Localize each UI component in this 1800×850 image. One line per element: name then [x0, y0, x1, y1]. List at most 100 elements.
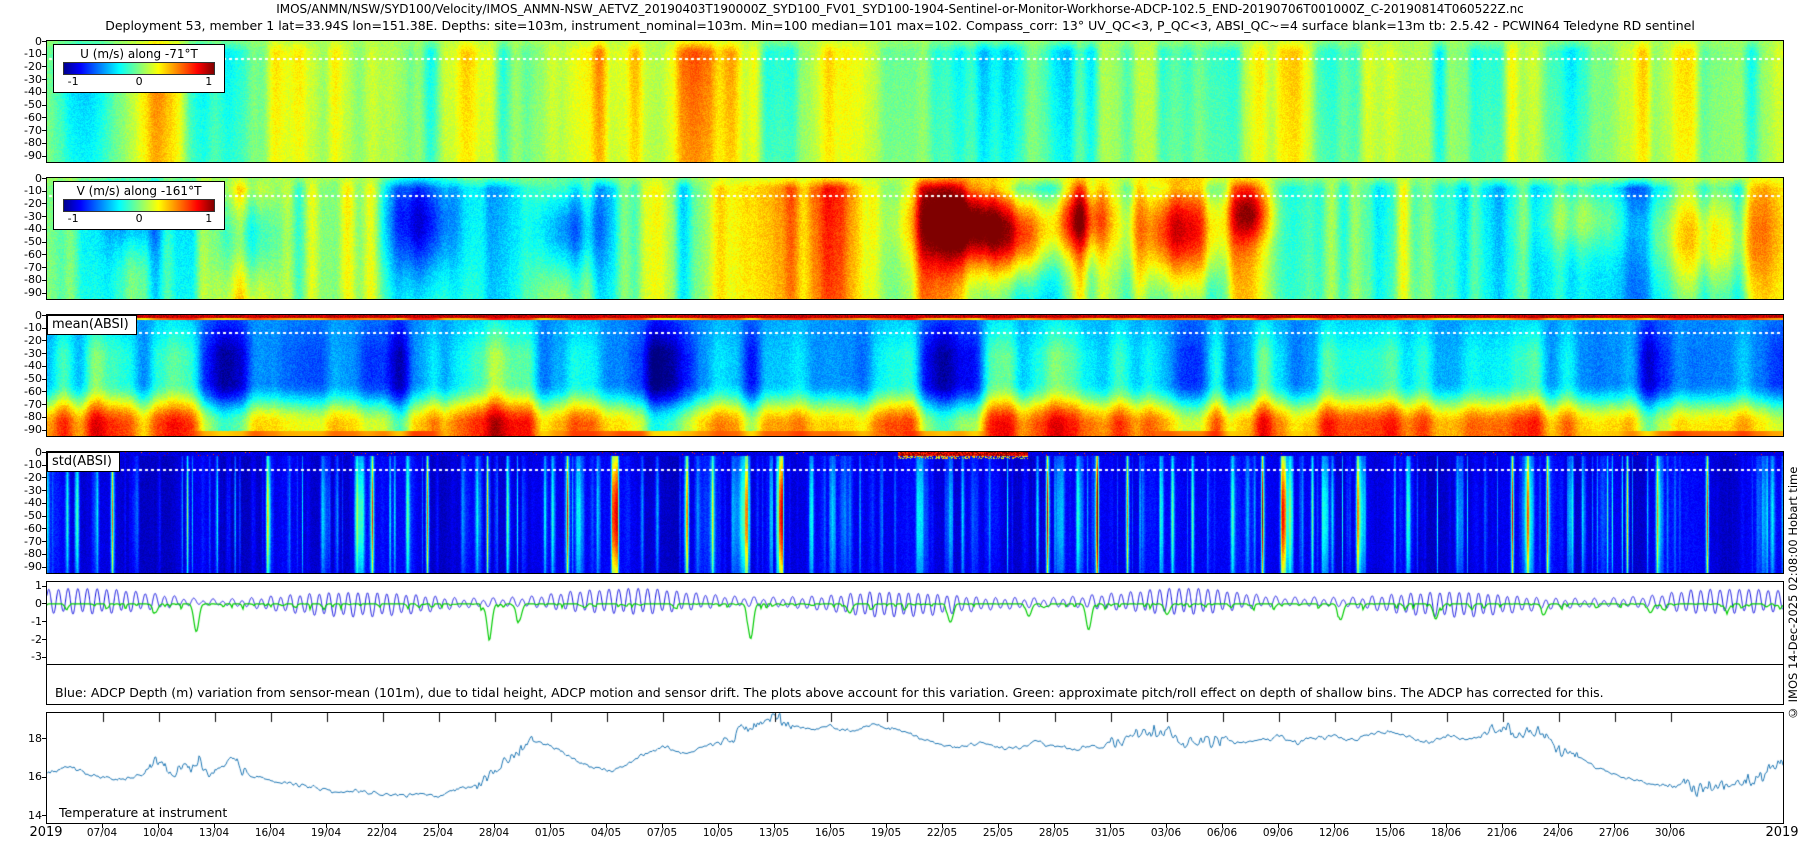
- y-tick-mark: [42, 477, 46, 478]
- y-tick-label: -90: [0, 286, 42, 299]
- temperature-panel: Temperature at instrument: [46, 712, 1784, 824]
- y-tick-label: -20: [0, 60, 42, 73]
- y-tick-label: -50: [0, 235, 42, 248]
- y-tick-label: -20: [0, 197, 42, 210]
- y-tick-label: 0: [0, 309, 42, 322]
- y-tick-mark: [42, 657, 46, 658]
- y-tick-label: -90: [0, 149, 42, 162]
- y-tick-label: 16: [0, 770, 42, 783]
- y-tick-mark: [42, 242, 46, 243]
- u-colorbar-tick-min: -1: [68, 75, 79, 88]
- y-tick-label: -30: [0, 347, 42, 360]
- x-tick-mark: [998, 824, 999, 828]
- x-tick-mark: [1334, 824, 1335, 828]
- y-tick-label: -3: [0, 650, 42, 663]
- y-tick-mark: [42, 191, 46, 192]
- x-date-label: 30/06: [1647, 827, 1693, 839]
- x-tick-mark: [886, 824, 887, 828]
- y-tick-label: -20: [0, 334, 42, 347]
- x-date-label: 15/06: [1367, 827, 1413, 839]
- y-tick-label: -40: [0, 85, 42, 98]
- y-tick-label: -20: [0, 471, 42, 484]
- y-tick-mark: [42, 391, 46, 392]
- y-tick-label: -70: [0, 398, 42, 411]
- v-colorbar: V (m/s) along -161°T -1 0 1: [53, 181, 225, 230]
- x-tick-mark: [774, 824, 775, 828]
- y-tick-label: 18: [0, 732, 42, 745]
- x-tick-mark: [270, 824, 271, 828]
- x-date-label: 04/05: [583, 827, 629, 839]
- y-tick-mark: [42, 41, 46, 42]
- y-tick-mark: [42, 503, 46, 504]
- x-date-label: 07/04: [79, 827, 125, 839]
- y-tick-label: -50: [0, 372, 42, 385]
- x-date-label: 28/04: [471, 827, 517, 839]
- y-tick-label: -30: [0, 484, 42, 497]
- v-colorbar-gradient: [63, 199, 215, 212]
- depth-note-text: Blue: ADCP Depth (m) variation from sens…: [55, 685, 1604, 700]
- y-tick-label: 0: [0, 35, 42, 48]
- y-tick-mark: [42, 586, 46, 587]
- y-tick-label: -80: [0, 273, 42, 286]
- x-date-label: 09/06: [1255, 827, 1301, 839]
- x-tick-mark: [606, 824, 607, 828]
- y-tick-mark: [42, 229, 46, 230]
- x-tick-mark: [1110, 824, 1111, 828]
- depth-variation-panel: [46, 581, 1784, 666]
- y-tick-label: 14: [0, 809, 42, 822]
- y-tick-label: -60: [0, 522, 42, 535]
- y-tick-mark: [42, 156, 46, 157]
- u-colorbar: U (m/s) along -71°T -1 0 1: [53, 44, 225, 93]
- y-tick-label: 0: [0, 172, 42, 185]
- y-tick-label: -40: [0, 359, 42, 372]
- figure-title-filename: IMOS/ANMN/NSW/SYD100/Velocity/IMOS_ANMN-…: [0, 2, 1800, 16]
- x-tick-mark: [326, 824, 327, 828]
- y-tick-mark: [42, 280, 46, 281]
- y-tick-mark: [42, 79, 46, 80]
- x-tick-mark: [662, 824, 663, 828]
- y-tick-label: -60: [0, 248, 42, 261]
- y-tick-mark: [42, 554, 46, 555]
- x-date-label: 16/04: [247, 827, 293, 839]
- u-velocity-panel: U (m/s) along -71°T -1 0 1: [46, 40, 1784, 163]
- x-date-label: 24/06: [1535, 827, 1581, 839]
- y-tick-label: 0: [0, 446, 42, 459]
- y-tick-mark: [42, 516, 46, 517]
- y-tick-mark: [42, 216, 46, 217]
- x-date-label: 21/06: [1479, 827, 1525, 839]
- x-date-label: 22/04: [359, 827, 405, 839]
- y-tick-label: -80: [0, 410, 42, 423]
- y-tick-label: -1: [0, 615, 42, 628]
- adcp-velocity-figure: IMOS/ANMN/NSW/SYD100/Velocity/IMOS_ANMN-…: [0, 0, 1800, 850]
- x-date-label: 28/05: [1031, 827, 1077, 839]
- y-tick-label: -30: [0, 210, 42, 223]
- u-colorbar-tick-max: 1: [205, 75, 212, 88]
- y-tick-mark: [42, 528, 46, 529]
- x-date-label: 12/06: [1311, 827, 1357, 839]
- std-absi-heatmap: [47, 452, 1783, 573]
- x-date-label: 22/05: [919, 827, 965, 839]
- u-velocity-heatmap: [47, 41, 1783, 162]
- y-tick-mark: [42, 621, 46, 622]
- y-tick-mark: [42, 328, 46, 329]
- u-colorbar-tick-zero: 0: [136, 75, 143, 88]
- x-tick-mark: [1166, 824, 1167, 828]
- y-tick-mark: [42, 366, 46, 367]
- y-tick-label: -50: [0, 509, 42, 522]
- y-tick-label: -70: [0, 124, 42, 137]
- y-tick-label: 1: [0, 579, 42, 592]
- x-tick-mark: [942, 824, 943, 828]
- y-tick-mark: [42, 738, 46, 739]
- y-tick-mark: [42, 315, 46, 316]
- x-tick-mark: [158, 824, 159, 828]
- y-tick-mark: [42, 117, 46, 118]
- std-absi-label: std(ABSI): [47, 452, 120, 472]
- y-tick-label: -70: [0, 261, 42, 274]
- x-tick-mark: [102, 824, 103, 828]
- y-tick-mark: [42, 54, 46, 55]
- mean-absi-panel: [46, 314, 1784, 437]
- x-date-label: 10/04: [135, 827, 181, 839]
- y-tick-mark: [42, 267, 46, 268]
- y-tick-mark: [42, 430, 46, 431]
- depth-note-box: Blue: ADCP Depth (m) variation from sens…: [46, 664, 1784, 705]
